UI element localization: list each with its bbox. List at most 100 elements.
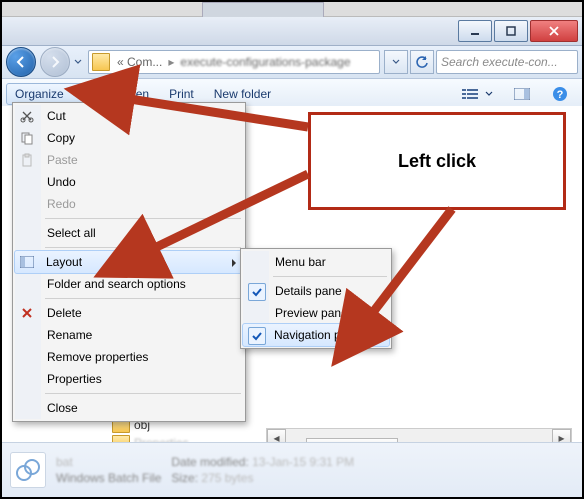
menu-item-properties[interactable]: Properties (15, 368, 243, 390)
layout-icon (19, 254, 35, 270)
submenu-item-label: Navigation pane (274, 328, 361, 342)
close-icon (549, 26, 559, 36)
menu-item-label: Properties (47, 372, 102, 386)
minimize-button[interactable] (458, 20, 492, 42)
breadcrumb-1[interactable]: « Com... (113, 55, 166, 69)
new-folder-label: New folder (214, 87, 271, 101)
submenu-item-navigation-pane[interactable]: Navigation pane (242, 323, 390, 347)
menu-item-label: Delete (47, 306, 82, 320)
copy-icon (19, 130, 35, 146)
forward-button[interactable] (40, 47, 70, 77)
address-dropdown[interactable] (384, 50, 408, 74)
chevron-down-icon (485, 87, 493, 101)
details-file-name: bat (56, 455, 161, 469)
chevron-down-icon (392, 58, 400, 66)
help-button[interactable]: ? (542, 81, 578, 107)
maximize-icon (506, 26, 516, 36)
organize-label: Organize (15, 87, 64, 101)
folder-icon (92, 53, 110, 71)
file-type-icon (10, 452, 46, 488)
submenu-item-label: Preview pane (275, 306, 348, 320)
preview-pane-toggle[interactable] (504, 81, 540, 107)
menu-item-select-all[interactable]: Select all (15, 222, 243, 244)
details-size-label: Size: (171, 471, 198, 485)
open-icon (98, 85, 116, 103)
menu-item-label: Close (47, 401, 78, 415)
title-bar (2, 17, 582, 46)
menu-item-delete[interactable]: Delete (15, 302, 243, 324)
menu-item-label: Cut (47, 109, 66, 123)
menu-item-label: Paste (47, 153, 78, 167)
explorer-window: « Com... ▸ execute-configurations-packag… (0, 0, 584, 499)
search-placeholder: Search execute-con... (437, 55, 562, 69)
svg-text:?: ? (557, 89, 564, 101)
close-button[interactable] (530, 20, 578, 42)
cut-icon (19, 108, 35, 124)
menu-item-label: Undo (47, 175, 76, 189)
menu-item-copy[interactable]: Copy (15, 127, 243, 149)
details-modified-value: 13-Jan-15 9:31 PM (252, 455, 354, 469)
refresh-icon (415, 55, 429, 69)
annotation-text: Left click (398, 151, 476, 172)
menu-separator (45, 247, 241, 248)
maximize-button[interactable] (494, 20, 528, 42)
menu-separator (273, 276, 387, 277)
details-modified-label: Date modified: (171, 455, 248, 469)
submenu-arrow-icon (231, 257, 237, 271)
history-dropdown[interactable] (72, 53, 84, 71)
details-pane: bat Windows Batch File Date modified: 13… (2, 442, 582, 497)
annotation-callout: Left click (308, 112, 566, 210)
minimize-icon (470, 26, 480, 36)
menu-item-cut[interactable]: Cut (15, 105, 243, 127)
submenu-item-label: Details pane (275, 284, 342, 298)
menu-item-rename[interactable]: Rename (15, 324, 243, 346)
layout-submenu: Menu bar Details pane Preview pane Navig… (240, 248, 392, 349)
menu-item-undo[interactable]: Undo (15, 171, 243, 193)
chevron-down-icon (74, 58, 82, 66)
menu-item-paste: Paste (15, 149, 243, 171)
forward-arrow-icon (48, 55, 62, 69)
help-icon: ? (551, 85, 569, 103)
menu-item-label: Copy (47, 131, 75, 145)
back-button[interactable] (6, 47, 36, 77)
address-bar[interactable]: « Com... ▸ execute-configurations-packag… (88, 50, 380, 74)
menu-item-label: Remove properties (47, 350, 148, 364)
menu-item-label: Select all (47, 226, 96, 240)
paste-icon (19, 152, 35, 168)
menu-item-folder-options[interactable]: Folder and search options (15, 273, 243, 295)
check-icon (248, 283, 266, 301)
breadcrumb-2[interactable]: execute-configurations-package (176, 55, 354, 69)
menu-separator (45, 298, 241, 299)
menu-item-layout[interactable]: Layout (14, 250, 244, 274)
submenu-item-menu-bar[interactable]: Menu bar (243, 251, 389, 273)
details-file-type: Windows Batch File (56, 471, 161, 485)
menu-item-redo: Redo (15, 193, 243, 215)
view-icon (461, 85, 479, 103)
organize-menu: Cut Copy Paste Undo Redo Select all Layo… (12, 102, 246, 422)
menu-item-label: Folder and search options (47, 277, 186, 291)
navigation-row: « Com... ▸ execute-configurations-packag… (2, 46, 582, 79)
menu-item-label: Layout (46, 255, 82, 269)
open-label: Open (120, 87, 149, 101)
search-input[interactable]: Search execute-con... (436, 50, 578, 74)
submenu-item-preview-pane[interactable]: Preview pane (243, 302, 389, 324)
check-icon (248, 327, 266, 345)
back-arrow-icon (14, 55, 28, 69)
background-tab (202, 2, 324, 18)
submenu-item-label: Menu bar (275, 255, 326, 269)
preview-pane-icon (513, 85, 531, 103)
obscured-window-strip (2, 2, 582, 17)
chevron-down-icon (70, 87, 78, 101)
menu-separator (45, 393, 241, 394)
menu-separator (45, 218, 241, 219)
submenu-item-details-pane[interactable]: Details pane (243, 280, 389, 302)
view-options-button[interactable] (452, 81, 502, 107)
menu-item-close[interactable]: Close (15, 397, 243, 419)
menu-item-remove-properties[interactable]: Remove properties (15, 346, 243, 368)
menu-item-label: Rename (47, 328, 92, 342)
chevron-right-icon: ▸ (166, 55, 176, 69)
refresh-button[interactable] (410, 50, 434, 74)
details-size-value: 275 bytes (201, 471, 253, 485)
menu-item-label: Redo (47, 197, 76, 211)
print-label: Print (169, 87, 194, 101)
